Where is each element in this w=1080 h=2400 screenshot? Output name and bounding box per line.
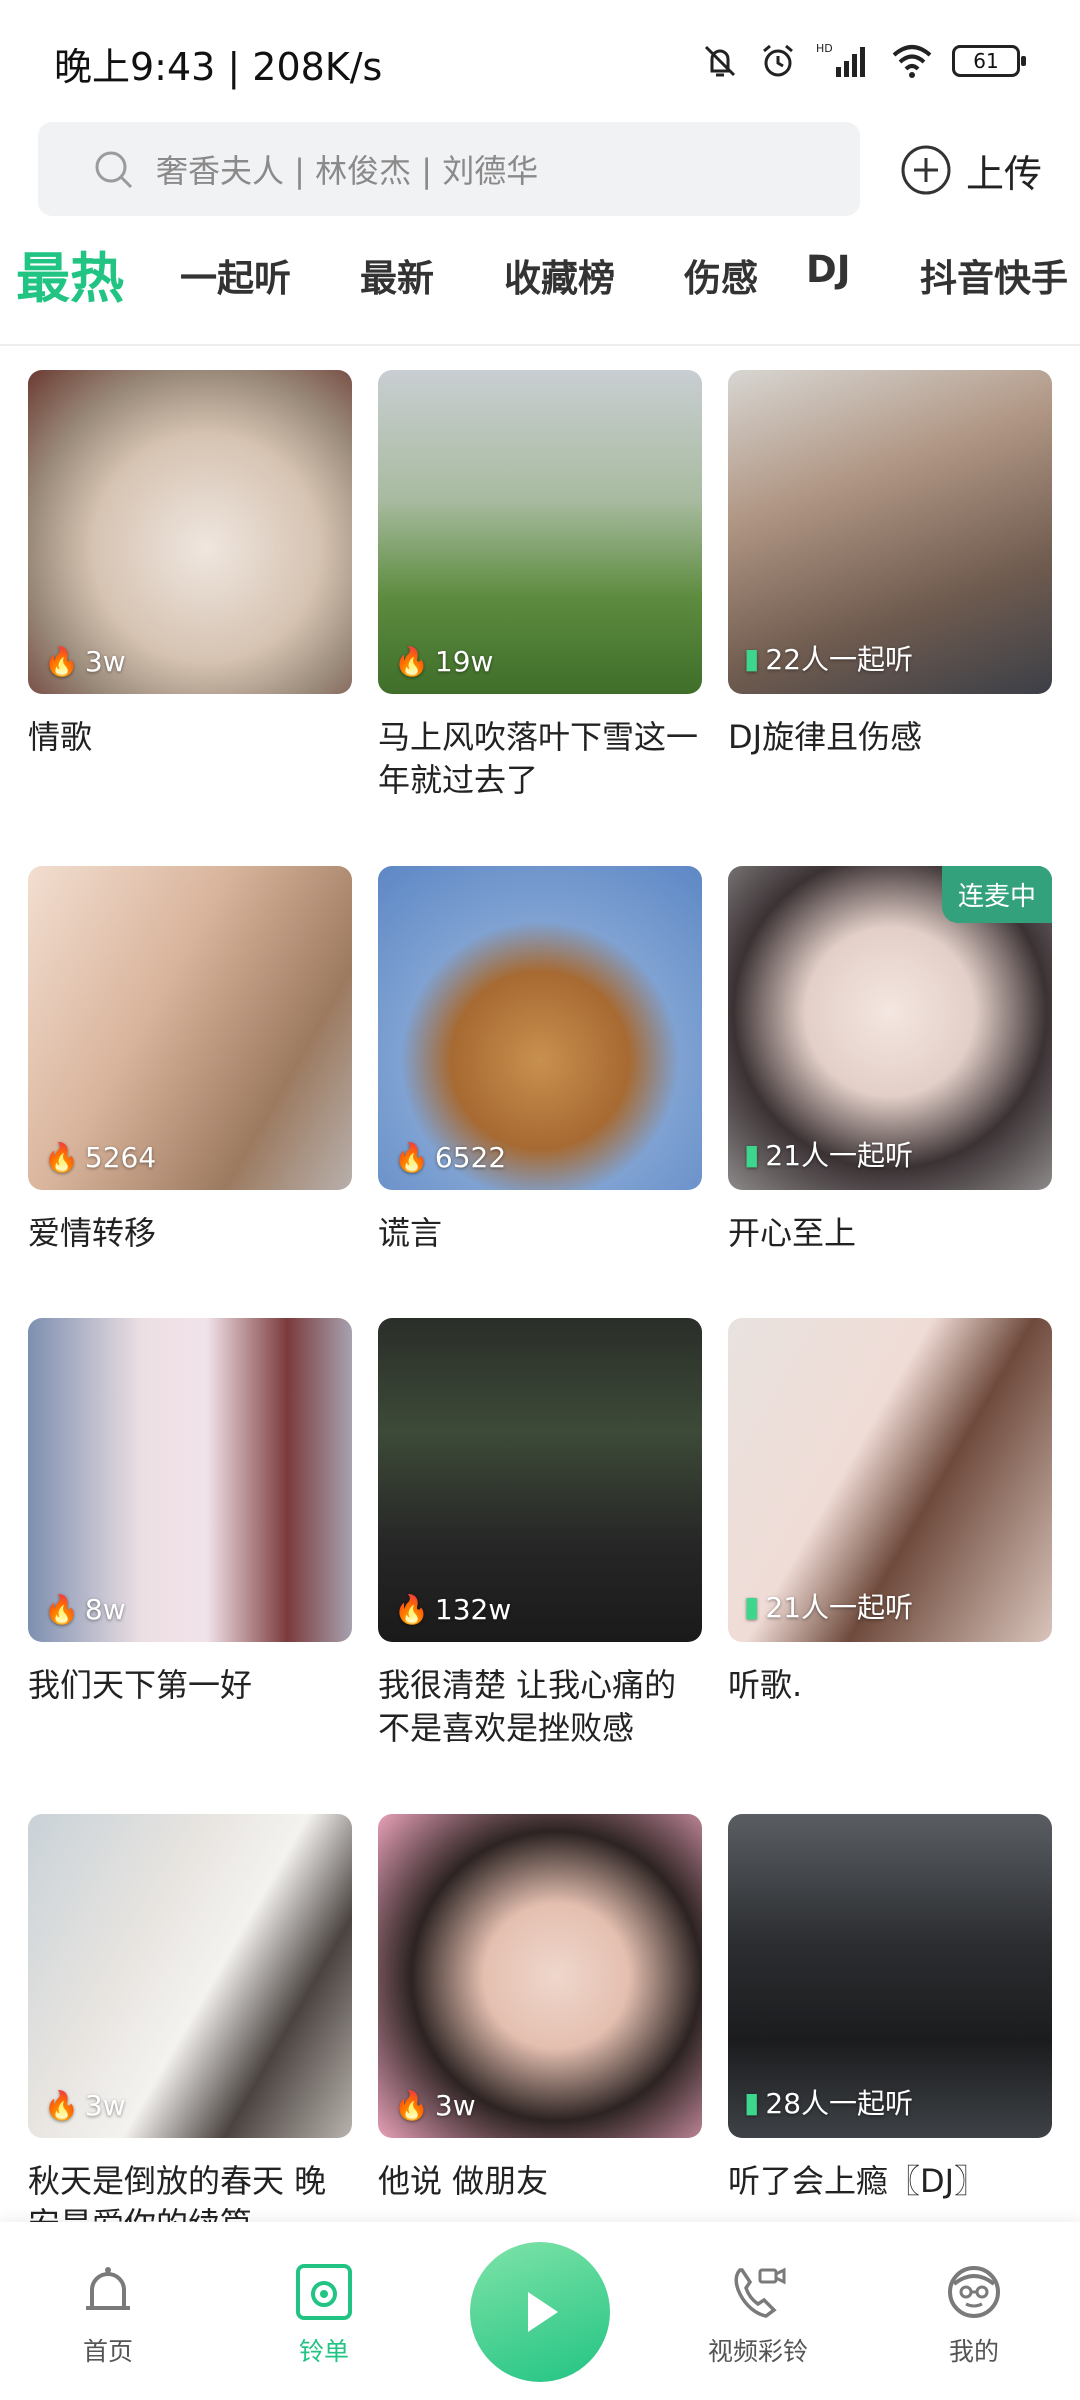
ringlist-icon bbox=[296, 2264, 352, 2320]
play-count-value: 132w bbox=[434, 1593, 512, 1626]
play-count: 🔥 132w bbox=[394, 1593, 511, 1626]
play-count: 🔥 8w bbox=[44, 1593, 126, 1626]
add-circle-icon bbox=[901, 145, 951, 195]
tab-dj[interactable]: DJ bbox=[806, 248, 850, 291]
video-call-icon bbox=[734, 2267, 786, 2318]
fire-icon: 🔥 bbox=[44, 2089, 79, 2122]
avatar-icon bbox=[948, 2266, 1000, 2318]
playlist-cover: ▮ 21人一起听 bbox=[728, 1318, 1052, 1642]
battery-icon: 61 bbox=[952, 45, 1026, 77]
fire-icon: 🔥 bbox=[44, 645, 79, 678]
playlist-cover: ▮ 28人一起听 bbox=[728, 1814, 1052, 2138]
play-count-value: 8w bbox=[84, 1593, 126, 1626]
playlist-cover: 🔥 3w bbox=[28, 1814, 352, 2138]
fire-icon: 🔥 bbox=[394, 2089, 429, 2122]
bell-off-icon bbox=[704, 45, 736, 77]
playlist-cover: ▮ 22人一起听 bbox=[728, 370, 1052, 694]
listeners-count: ▮ 21人一起听 bbox=[744, 1134, 913, 1174]
tab-hot[interactable]: 最热 bbox=[16, 234, 124, 313]
playlist-cover: 🔥 132w bbox=[378, 1318, 702, 1642]
play-count: 🔥 19w bbox=[394, 645, 493, 678]
listeners-value: 28人一起听 bbox=[765, 2087, 914, 2120]
upload-button[interactable]: 上传 bbox=[900, 140, 1042, 200]
search-row: 奢香夫人 | 林俊杰 | 刘德华 上传 bbox=[0, 122, 1080, 216]
listeners-bars-icon: ▮ bbox=[744, 1589, 760, 1623]
playlist-cover: 🔥 8w bbox=[28, 1318, 352, 1642]
play-icon bbox=[528, 2292, 558, 2332]
listeners-bars-icon: ▮ bbox=[744, 2085, 760, 2119]
fire-icon: 🔥 bbox=[394, 1141, 429, 1174]
nav-label: 我的 bbox=[948, 2337, 999, 2366]
playlist-title: DJ旋律且伤感 bbox=[728, 718, 923, 756]
playlist-cover: 🔥 3w bbox=[28, 370, 352, 694]
tab-favorites[interactable]: 收藏榜 bbox=[504, 248, 615, 302]
fire-icon: 🔥 bbox=[44, 1593, 79, 1626]
listeners-bars-icon: ▮ bbox=[744, 641, 760, 675]
playlist-cover: 🔥 19w bbox=[378, 370, 702, 694]
nav-label: 首页 bbox=[82, 2337, 133, 2366]
tab-douyin-kuaishou[interactable]: 抖音快手 bbox=[920, 248, 1068, 302]
playlist-cover: 🔥 5264 bbox=[28, 866, 352, 1190]
play-button[interactable] bbox=[470, 2242, 610, 2382]
fire-icon: 🔥 bbox=[44, 1141, 79, 1174]
playlist-title: 开心至上 bbox=[728, 1214, 857, 1252]
upload-label: 上传 bbox=[966, 151, 1043, 196]
category-tabs: 最热 一起听 最新 收藏榜 伤感 DJ 抖音快手 bbox=[0, 236, 1080, 346]
play-count: 🔥 3w bbox=[394, 2089, 476, 2122]
fire-icon: 🔥 bbox=[394, 645, 429, 678]
playlist-title: 我们天下第一好 bbox=[28, 1666, 253, 1704]
play-count: 🔥 3w bbox=[44, 2089, 126, 2122]
hd-signal-icon: HD bbox=[816, 42, 865, 77]
wifi-icon bbox=[892, 45, 932, 78]
playlist-cover: 🔥 6522 bbox=[378, 866, 702, 1190]
playlist-title: 我很清楚 让我心痛的不是喜欢是挫败感 bbox=[378, 1666, 677, 1747]
nav-label: 铃单 bbox=[298, 2337, 349, 2366]
play-count-value: 3w bbox=[84, 645, 126, 678]
playlist-title: 马上风吹落叶下雪这一年就过去了 bbox=[378, 718, 699, 799]
nav-ringlist[interactable]: 铃单 bbox=[254, 2260, 394, 2368]
play-count: 🔥 3w bbox=[44, 645, 126, 678]
play-count-value: 19w bbox=[434, 645, 494, 678]
search-icon bbox=[95, 151, 133, 189]
play-count-value: 5264 bbox=[84, 1141, 157, 1174]
listeners-count: ▮ 21人一起听 bbox=[744, 1586, 913, 1626]
nav-video-ringtone[interactable]: 视频彩铃 bbox=[688, 2260, 828, 2368]
playlist-title: 谎言 bbox=[378, 1214, 443, 1252]
search-placeholder: 奢香夫人 | 林俊杰 | 刘德华 bbox=[156, 152, 539, 190]
playlist-cover: 🔥 3w bbox=[378, 1814, 702, 2138]
fire-icon: 🔥 bbox=[394, 1593, 429, 1626]
listeners-bars-icon: ▮ bbox=[744, 1137, 760, 1171]
alarm-icon bbox=[763, 44, 793, 77]
bell-icon bbox=[86, 2267, 130, 2310]
listeners-count: ▮ 28人一起听 bbox=[744, 2082, 913, 2122]
play-count: 🔥 5264 bbox=[44, 1141, 156, 1174]
playlist-cover: 连麦中 ▮ 21人一起听 bbox=[728, 866, 1052, 1190]
playlist-title: 情歌 bbox=[28, 718, 93, 756]
playlist-title: 爱情转移 bbox=[28, 1214, 157, 1252]
status-time: 晚上9:43 | 208K/s bbox=[54, 45, 383, 89]
play-count-value: 3w bbox=[434, 2089, 476, 2122]
play-count-value: 3w bbox=[84, 2089, 126, 2122]
playlist-title: 听歌. bbox=[728, 1666, 803, 1704]
tab-newest[interactable]: 最新 bbox=[360, 248, 434, 302]
tab-sad[interactable]: 伤感 bbox=[684, 248, 758, 302]
listeners-value: 21人一起听 bbox=[765, 1139, 914, 1172]
nav-home[interactable]: 首页 bbox=[38, 2260, 178, 2368]
listeners-value: 22人一起听 bbox=[765, 643, 914, 676]
listeners-count: ▮ 22人一起听 bbox=[744, 638, 913, 678]
playlist-title: 听了会上瘾〖DJ〗 bbox=[728, 2162, 987, 2200]
status-bar: 晚上9:43 | 208K/s HD 61 bbox=[0, 0, 1080, 120]
nav-label: 视频彩铃 bbox=[707, 2337, 808, 2366]
live-badge: 连麦中 bbox=[941, 866, 1052, 923]
nav-me[interactable]: 我的 bbox=[904, 2260, 1044, 2368]
listeners-value: 21人一起听 bbox=[765, 1591, 914, 1624]
tab-listen-together[interactable]: 一起听 bbox=[180, 248, 291, 302]
search-input[interactable]: 奢香夫人 | 林俊杰 | 刘德华 bbox=[38, 122, 860, 216]
play-count: 🔥 6522 bbox=[394, 1141, 506, 1174]
svg-text:HD: HD bbox=[816, 42, 833, 55]
bottom-nav: 首页 铃单 视频彩铃 我的 bbox=[0, 2222, 1080, 2400]
status-icons: HD 61 bbox=[700, 36, 1026, 86]
play-count-value: 6522 bbox=[434, 1141, 507, 1174]
playlist-title: 他说 做朋友 bbox=[378, 2162, 549, 2200]
